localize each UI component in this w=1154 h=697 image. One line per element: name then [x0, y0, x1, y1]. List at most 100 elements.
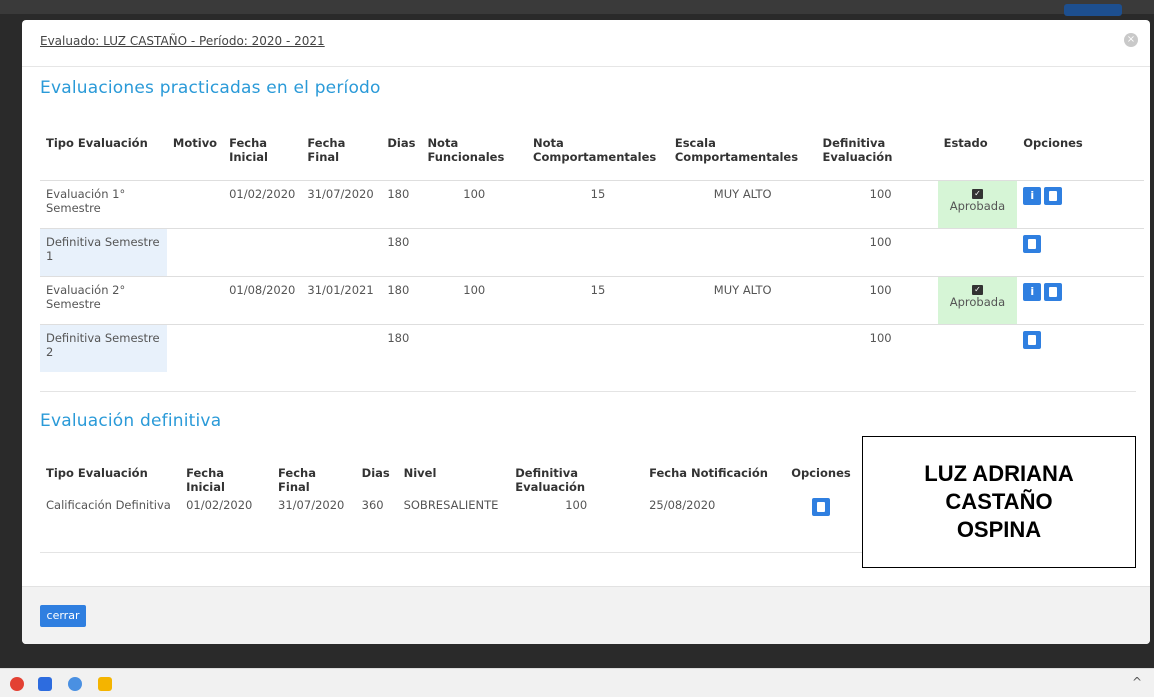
cell-definitiva: 100	[869, 282, 892, 297]
cell-tipo: Calificación Definitiva	[46, 498, 171, 512]
cell-fecha-inicial: 01/08/2020	[229, 282, 296, 297]
caret-up-icon[interactable]: ^	[1132, 675, 1142, 689]
section-title-evaluations: Evaluaciones practicadas en el período	[40, 78, 381, 98]
section-divider	[40, 552, 870, 553]
cell-nota-comportamentales	[527, 228, 669, 276]
info-button[interactable]: i	[1023, 186, 1042, 205]
column-header: Opciones	[791, 466, 851, 480]
info-button[interactable]: i	[1023, 282, 1042, 301]
cell-nota-funcionales: 100	[463, 186, 486, 201]
chrome-icon[interactable]	[10, 677, 24, 691]
column-header: Tipo Evaluación	[46, 136, 148, 150]
cell-fecha-final: 31/07/2020	[278, 498, 345, 512]
modal-header: Evaluado: LUZ CASTAÑO - Período: 2020 - …	[22, 20, 1150, 67]
column-header: Nota Funcionales	[427, 136, 505, 164]
cell-escala	[669, 324, 817, 372]
column-header: Fecha Notificación	[649, 466, 768, 480]
cell-motivo	[167, 228, 223, 276]
column-header: Escala Comportamentales	[674, 136, 799, 164]
chrome-profile-icon[interactable]	[68, 677, 82, 691]
cell-nota-comportamentales: 15	[590, 186, 606, 201]
status-label: Aprobada	[949, 198, 1006, 213]
cell-dias: 180	[387, 234, 410, 249]
column-header: Tipo Evaluación	[46, 466, 148, 480]
cell-nota-comportamentales	[527, 324, 669, 372]
cell-dias: 180	[387, 330, 410, 345]
pdf-button[interactable]	[1023, 330, 1042, 349]
column-header: Dias	[361, 466, 390, 480]
table-row: Definitiva Semestre 2 180 100	[40, 324, 1144, 372]
options-cell	[1017, 324, 1144, 372]
overlay-line: CASTAÑO	[945, 489, 1053, 514]
cell-fecha-inicial: 01/02/2020	[229, 186, 296, 201]
table-header-row: Tipo Evaluación Fecha Inicial Fecha Fina…	[40, 466, 860, 494]
cell-fecha-notificacion: 25/08/2020	[649, 498, 716, 512]
cell-definitiva: 100	[869, 330, 892, 345]
cell-escala	[669, 228, 817, 276]
name-overlay-box: LUZ ADRIANA CASTAÑO OSPINA	[862, 436, 1136, 568]
column-header: Nivel	[403, 466, 437, 480]
options-cell: i	[1017, 180, 1144, 228]
pdf-icon	[1049, 190, 1058, 201]
options-cell	[1017, 228, 1144, 276]
cell-dias: 180	[387, 186, 410, 201]
cell-escala: MUY ALTO	[713, 186, 772, 201]
overlay-line: OSPINA	[956, 517, 1042, 542]
status-badge: ✓ Aprobada	[937, 180, 1018, 228]
status-label: Aprobada	[949, 294, 1006, 309]
pdf-icon	[1049, 286, 1058, 297]
cell-dias: 360	[361, 498, 384, 512]
pdf-button[interactable]	[1023, 234, 1042, 253]
column-header: Opciones	[1023, 136, 1083, 150]
cell-tipo: Definitiva Semestre 2	[40, 324, 167, 372]
cell-definitiva: 100	[565, 498, 588, 512]
cell-tipo: Definitiva Semestre 1	[40, 228, 167, 276]
cell-dias: 180	[387, 282, 410, 297]
status-badge: ✓ Aprobada	[937, 276, 1018, 324]
column-header: Definitiva Evaluación	[822, 136, 893, 164]
background-button	[1064, 4, 1122, 16]
table-row: Calificación Definitiva 01/02/2020 31/07…	[40, 494, 860, 534]
definitive-table: Tipo Evaluación Fecha Inicial Fecha Fina…	[40, 466, 860, 534]
cell-estado	[938, 324, 1018, 372]
close-icon[interactable]: ×	[1124, 33, 1138, 47]
cell-nota-funcionales: 100	[463, 282, 486, 297]
pdf-button[interactable]	[1044, 282, 1063, 301]
drive-icon[interactable]	[98, 677, 112, 691]
column-header: Motivo	[172, 136, 218, 150]
cell-fecha-final: 31/07/2020	[307, 186, 374, 201]
column-header: Nota Comportamentales	[533, 136, 657, 164]
cell-definitiva: 100	[869, 234, 892, 249]
close-button[interactable]: cerrar	[40, 605, 86, 627]
pdf-button[interactable]	[812, 498, 831, 516]
overlay-line: LUZ ADRIANA	[924, 461, 1074, 486]
section-divider	[40, 391, 1136, 392]
column-header: Dias	[387, 136, 416, 150]
meet-icon[interactable]	[38, 677, 52, 691]
pdf-icon	[1028, 238, 1037, 249]
cell-fecha-final	[301, 324, 381, 372]
table-row: Evaluación 1° Semestre 01/02/2020 31/07/…	[40, 180, 1144, 228]
section-title-definitive: Evaluación definitiva	[40, 411, 222, 431]
cell-fecha-inicial	[223, 228, 301, 276]
cell-tipo: Evaluación 1° Semestre	[46, 186, 126, 215]
column-header: Fecha Final	[307, 136, 346, 164]
cell-tipo: Evaluación 2° Semestre	[46, 282, 126, 311]
modal-title: Evaluado: LUZ CASTAÑO - Período: 2020 - …	[40, 34, 325, 48]
pdf-button[interactable]	[1044, 186, 1063, 205]
check-icon: ✓	[971, 284, 983, 295]
table-header-row: Tipo Evaluación Motivo Fecha Inicial Fec…	[40, 136, 1144, 180]
cell-fecha-inicial: 01/02/2020	[186, 498, 253, 512]
cell-nivel: SOBRESALIENTE	[403, 498, 499, 512]
cell-motivo	[167, 180, 223, 228]
cell-definitiva: 100	[869, 186, 892, 201]
cell-escala: MUY ALTO	[713, 282, 772, 297]
cell-estado	[938, 228, 1018, 276]
modal-footer: cerrar	[22, 586, 1150, 644]
cell-motivo	[167, 276, 223, 324]
check-icon: ✓	[971, 188, 983, 199]
table-row: Definitiva Semestre 1 180 100	[40, 228, 1144, 276]
table-row: Evaluación 2° Semestre 01/08/2020 31/01/…	[40, 276, 1144, 324]
column-header: Fecha Inicial	[186, 466, 225, 494]
cell-motivo	[167, 324, 223, 372]
